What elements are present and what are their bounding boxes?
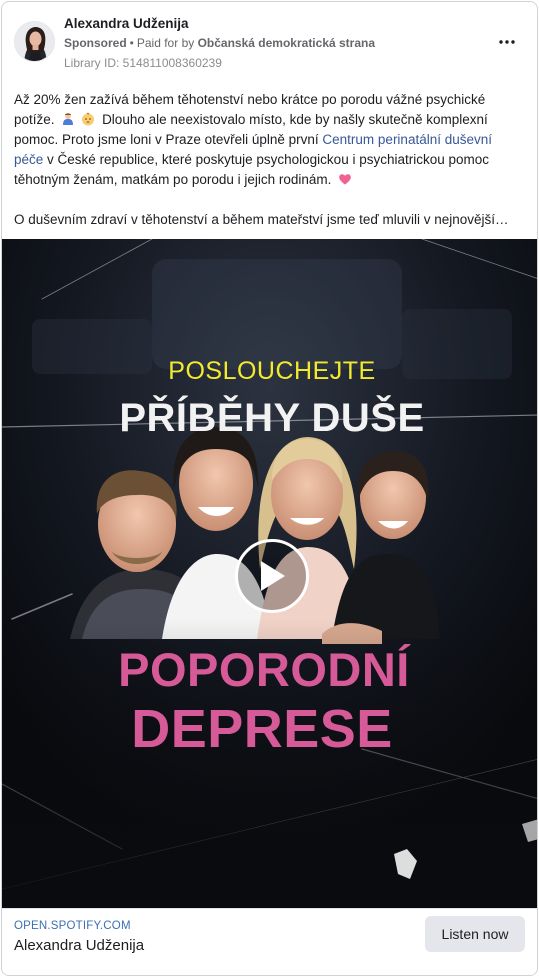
play-icon: [261, 561, 285, 591]
body-paragraph-2: O duševním zdraví v těhotenství a během …: [14, 212, 509, 227]
ad-media-video[interactable]: POSLOUCHEJTE PŘÍBĚHY DUŠE POPORODNÍ DEPR…: [2, 239, 537, 908]
ad-meta-line: Sponsored • Paid for by Občanská demokrati…: [64, 36, 375, 50]
avatar[interactable]: [14, 21, 55, 62]
page-name[interactable]: Alexandra Udženija: [64, 16, 189, 31]
baby-face-emoji: [82, 112, 95, 126]
three-dots-icon: [499, 40, 515, 44]
play-button[interactable]: [235, 539, 309, 613]
headline-line-2: PŘÍBĚHY DUŠE: [119, 394, 424, 440]
body-paragraph-1: Až 20% žen zažívá během těhotenství nebo…: [14, 90, 524, 190]
paid-for-prefix: Paid for by: [136, 36, 195, 50]
ad-card: Alexandra Udženija Sponsored • Paid for by…: [1, 1, 538, 976]
library-id: Library ID: 514811008360239: [64, 56, 222, 70]
headline-line-4: DEPRESE: [131, 699, 393, 759]
paid-for-name[interactable]: Občanská demokratická strana: [198, 36, 375, 50]
body-text-part: v České republice, které poskytuje psych…: [14, 152, 490, 187]
link-footer[interactable]: OPEN.SPOTIFY.COM Alexandra Udženija List…: [2, 908, 537, 975]
person-bowing-emoji: [63, 113, 74, 125]
more-options-button[interactable]: [495, 30, 519, 54]
link-domain[interactable]: OPEN.SPOTIFY.COM: [14, 920, 131, 932]
meta-separator: •: [129, 36, 134, 50]
avatar-image: [15, 22, 54, 61]
link-title[interactable]: Alexandra Udženija: [14, 937, 144, 954]
sponsored-label: Sponsored: [64, 36, 127, 50]
listen-now-button[interactable]: Listen now: [425, 916, 525, 952]
pink-heart-emoji: [339, 174, 351, 185]
post-header: Alexandra Udženija Sponsored • Paid for by…: [2, 2, 537, 78]
headline-line-3: POPORODNÍ: [118, 643, 411, 696]
headline-line-1: POSLOUCHEJTE: [168, 357, 375, 385]
ad-body-text: Až 20% žen zažívá během těhotenství nebo…: [14, 90, 524, 230]
